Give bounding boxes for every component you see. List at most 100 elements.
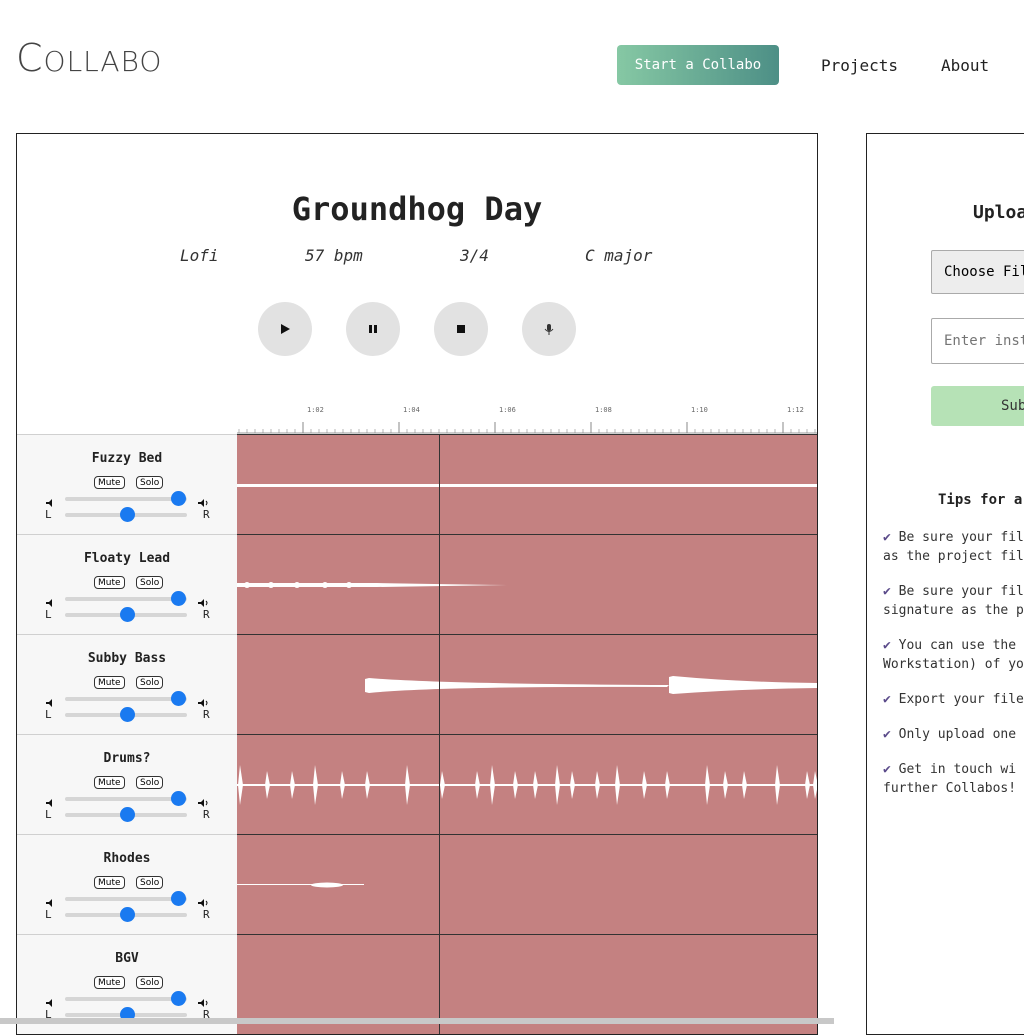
track-lane[interactable] bbox=[237, 534, 817, 635]
nav-about[interactable]: About bbox=[941, 56, 989, 75]
track-name: BGV bbox=[115, 951, 139, 966]
track-header: Fuzzy Bed Mute Solo L R bbox=[17, 434, 237, 535]
drum-hit bbox=[595, 771, 600, 799]
track-header: Drums? Mute Solo L R bbox=[17, 734, 237, 835]
logo-initial: C bbox=[16, 36, 44, 80]
drum-hit bbox=[805, 771, 810, 799]
drum-hit bbox=[313, 765, 318, 805]
waveform bbox=[237, 882, 364, 888]
playhead[interactable] bbox=[439, 434, 440, 1034]
stop-button[interactable] bbox=[434, 302, 488, 356]
mute-button[interactable]: Mute bbox=[94, 476, 125, 489]
solo-button[interactable]: Solo bbox=[136, 476, 164, 489]
volume-slider[interactable] bbox=[65, 597, 187, 601]
volume-slider[interactable] bbox=[65, 897, 187, 901]
drum-hit bbox=[723, 771, 728, 799]
mute-button[interactable]: Mute bbox=[94, 576, 125, 589]
drum-hit bbox=[533, 771, 538, 799]
volume-slider[interactable] bbox=[65, 797, 187, 801]
waveform bbox=[237, 582, 507, 588]
volume-slider[interactable] bbox=[65, 697, 187, 701]
pan-left-label: L bbox=[45, 508, 52, 521]
pan-slider-knob[interactable] bbox=[120, 907, 135, 922]
pan-slider-knob[interactable] bbox=[120, 707, 135, 722]
track-name: Fuzzy Bed bbox=[91, 451, 163, 466]
record-button[interactable] bbox=[522, 302, 576, 356]
volume-slider-knob[interactable] bbox=[171, 691, 186, 706]
track-header: Rhodes Mute Solo L R bbox=[17, 834, 237, 935]
ruler-label: 1:08 bbox=[595, 406, 612, 414]
choose-file-button[interactable]: Choose Fil bbox=[931, 250, 1024, 294]
solo-button[interactable]: Solo bbox=[136, 876, 164, 889]
tip-item: ✔ Be sure your fil as the project file bbox=[883, 528, 1024, 566]
track-lane[interactable] bbox=[237, 434, 817, 535]
mute-button[interactable]: Mute bbox=[94, 976, 125, 989]
pan-slider-knob[interactable] bbox=[120, 507, 135, 522]
pan-slider-knob[interactable] bbox=[120, 607, 135, 622]
waveform bbox=[237, 765, 817, 805]
volume-slider-knob[interactable] bbox=[171, 591, 186, 606]
ruler-label: 1:04 bbox=[403, 406, 420, 414]
check-icon: ✔ bbox=[883, 692, 891, 707]
track-lane[interactable] bbox=[237, 634, 817, 735]
time-signature: 3/4 bbox=[460, 246, 489, 265]
mute-button[interactable]: Mute bbox=[94, 776, 125, 789]
pan-left-label: L bbox=[45, 908, 52, 921]
tip-text: Only upload one bbox=[898, 727, 1017, 742]
volume-slider-knob[interactable] bbox=[171, 991, 186, 1006]
track-name: Floaty Lead bbox=[83, 551, 171, 566]
instrument-input[interactable] bbox=[931, 318, 1024, 364]
play-button[interactable] bbox=[258, 302, 312, 356]
horizontal-scrollbar[interactable] bbox=[0, 1018, 834, 1024]
nav-projects[interactable]: Projects bbox=[821, 56, 898, 75]
drum-hit bbox=[570, 771, 575, 799]
tips-title: Tips for a bbox=[938, 492, 1023, 508]
pan-left-label: L bbox=[45, 608, 52, 621]
solo-button[interactable]: Solo bbox=[136, 576, 164, 589]
volume-slider[interactable] bbox=[65, 997, 187, 1001]
track-lane[interactable] bbox=[237, 834, 817, 935]
microphone-icon bbox=[544, 324, 554, 335]
volume-slider-knob[interactable] bbox=[171, 791, 186, 806]
mute-button[interactable]: Mute bbox=[94, 676, 125, 689]
logo[interactable]: COLLABO bbox=[16, 36, 162, 80]
start-collabo-button[interactable]: Start a Collabo bbox=[617, 45, 779, 85]
drum-hit bbox=[705, 765, 710, 805]
pan-slider-knob[interactable] bbox=[120, 807, 135, 822]
volume-slider-knob[interactable] bbox=[171, 891, 186, 906]
tip-text: further Collabos! bbox=[883, 781, 1017, 796]
volume-slider[interactable] bbox=[65, 497, 187, 501]
drum-hit bbox=[813, 771, 817, 799]
project-panel: Groundhog Day Lofi 57 bpm 3/4 C major 1:… bbox=[16, 133, 818, 1035]
track-name: Drums? bbox=[103, 751, 151, 766]
upload-panel: Uploa Choose Fil Sub Tips for a ✔ Be sur… bbox=[866, 133, 1024, 1035]
song-title: Groundhog Day bbox=[291, 190, 543, 228]
submit-button[interactable]: Sub bbox=[931, 386, 1024, 426]
tip-text: Export your file bbox=[898, 692, 1024, 707]
pause-button[interactable] bbox=[346, 302, 400, 356]
drum-hit bbox=[642, 771, 647, 799]
pan-left-label: L bbox=[45, 808, 52, 821]
tip-text: Be sure your fil bbox=[898, 530, 1024, 545]
drum-hit bbox=[238, 765, 243, 805]
solo-button[interactable]: Solo bbox=[136, 776, 164, 789]
tip-text: Workstation) of yo bbox=[883, 657, 1024, 672]
tip-text: as the project file bbox=[883, 549, 1024, 564]
solo-button[interactable]: Solo bbox=[136, 676, 164, 689]
track-lane[interactable] bbox=[237, 734, 817, 835]
waveform bbox=[365, 676, 817, 694]
timeline-ruler[interactable]: 1:02 1:04 1:06 1:08 1:10 1:12 bbox=[237, 396, 817, 434]
drum-hit bbox=[475, 771, 480, 799]
track-name: Subby Bass bbox=[87, 651, 167, 666]
tip-item: ✔ Only upload one bbox=[883, 725, 1024, 744]
pan-left-label: L bbox=[45, 708, 52, 721]
ruler-label: 1:12 bbox=[787, 406, 804, 414]
mute-button[interactable]: Mute bbox=[94, 876, 125, 889]
key: C major bbox=[585, 246, 653, 265]
drum-hit bbox=[513, 771, 518, 799]
solo-button[interactable]: Solo bbox=[136, 976, 164, 989]
check-icon: ✔ bbox=[883, 727, 891, 742]
drum-hit bbox=[290, 771, 295, 799]
track-header: Floaty Lead Mute Solo L R bbox=[17, 534, 237, 635]
volume-slider-knob[interactable] bbox=[171, 491, 186, 506]
